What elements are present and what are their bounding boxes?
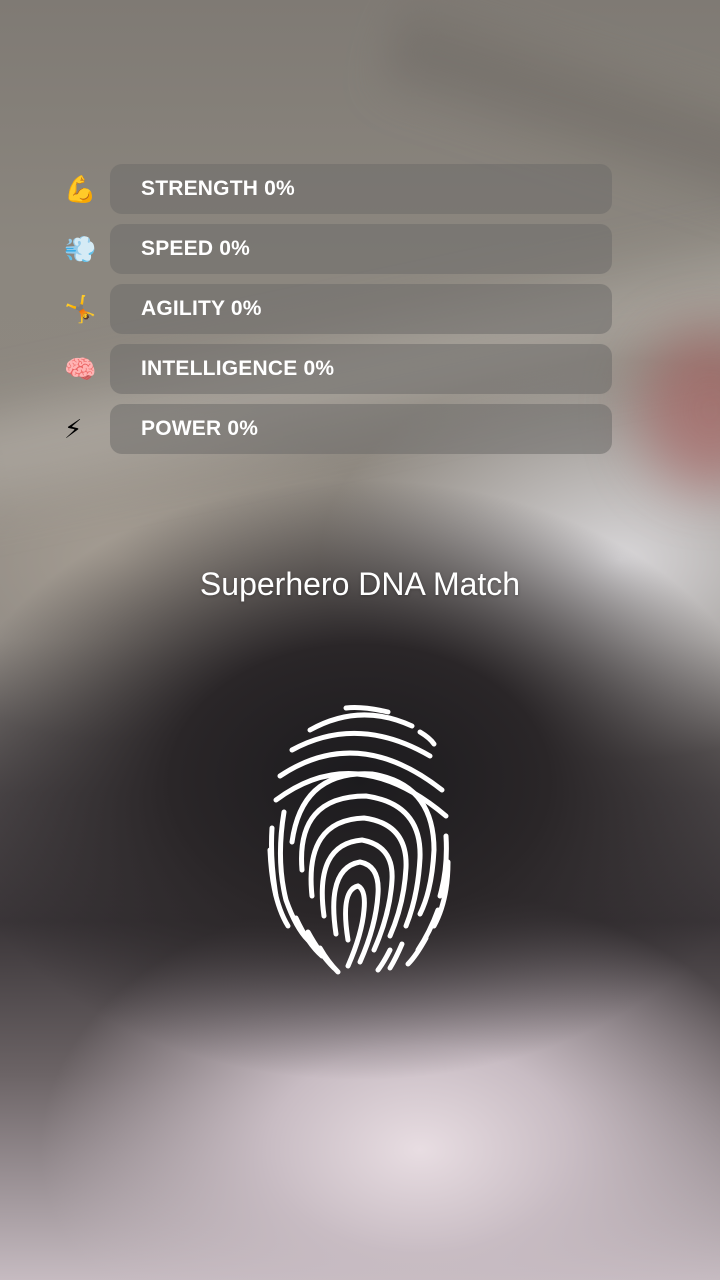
- stat-row-intelligence: 🧠 INTELLIGENCE 0%: [60, 344, 612, 394]
- stat-bar-agility: AGILITY 0%: [110, 284, 612, 334]
- lightning-icon: ⚡: [64, 414, 83, 444]
- stat-label: STRENGTH 0%: [141, 177, 295, 200]
- stat-row-power: ⚡ POWER 0%: [60, 404, 612, 454]
- brain-icon: 🧠: [64, 354, 97, 384]
- dash-wind-icon: 💨: [64, 234, 97, 264]
- fingerprint-icon[interactable]: [262, 700, 458, 976]
- stat-row-speed: 💨 SPEED 0%: [60, 224, 612, 274]
- effect-title: Superhero DNA Match: [199, 566, 521, 602]
- stat-label: INTELLIGENCE 0%: [141, 357, 335, 380]
- stat-row-strength: 💪 STRENGTH 0%: [60, 164, 612, 214]
- stat-bar-strength: STRENGTH 0%: [110, 164, 612, 214]
- stat-label: SPEED 0%: [141, 237, 250, 260]
- stat-label: POWER 0%: [141, 417, 259, 440]
- stat-bar-intelligence: INTELLIGENCE 0%: [110, 344, 612, 394]
- stat-bar-power: POWER 0%: [110, 404, 612, 454]
- stat-bar-speed: SPEED 0%: [110, 224, 612, 274]
- flexed-biceps-icon: 💪: [64, 174, 97, 204]
- stats-panel: 💪 STRENGTH 0% 💨 SPEED 0% 🤸 AGILITY 0% 🧠 …: [60, 164, 612, 464]
- stat-label: AGILITY 0%: [141, 297, 262, 320]
- cartwheel-icon: 🤸: [64, 294, 97, 324]
- stat-row-agility: 🤸 AGILITY 0%: [60, 284, 612, 334]
